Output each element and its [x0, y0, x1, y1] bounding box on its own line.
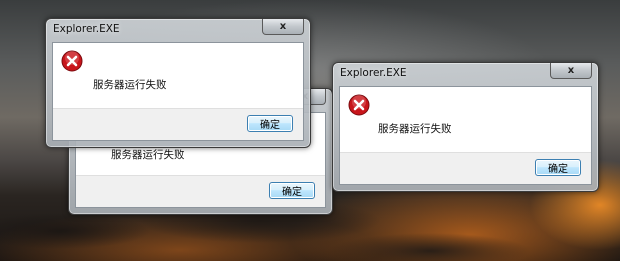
error-message: 服务器运行失败: [93, 79, 167, 91]
error-message: 服务器运行失败: [111, 149, 185, 161]
ok-button[interactable]: 确定: [269, 182, 315, 199]
title-bar[interactable]: Explorer.EXE x: [333, 63, 598, 85]
dialog-body: 服务器运行失败 确定: [52, 42, 304, 141]
close-icon: x: [567, 65, 575, 76]
window-title: Explorer.EXE: [53, 23, 120, 35]
dialog-body: 服务器运行失败 确定: [339, 86, 592, 185]
close-button[interactable]: x: [262, 19, 304, 35]
window-title: Explorer.EXE: [340, 67, 407, 79]
error-message: 服务器运行失败: [378, 123, 452, 135]
dialog-window-right[interactable]: Explorer.EXE x 服务器运行失败 确定: [332, 62, 599, 192]
button-bar: 确定: [76, 175, 325, 207]
button-bar: 确定: [340, 152, 591, 184]
title-bar[interactable]: Explorer.EXE x: [46, 19, 310, 41]
close-button[interactable]: x: [550, 63, 592, 79]
dialog-window-left[interactable]: Explorer.EXE x 服务器运行失败 确定: [45, 18, 311, 148]
error-icon: [61, 50, 83, 72]
error-icon: [348, 94, 370, 116]
close-icon: x: [279, 21, 287, 32]
ok-button[interactable]: 确定: [535, 159, 581, 176]
ok-button[interactable]: 确定: [247, 115, 293, 132]
button-bar: 确定: [53, 108, 303, 140]
